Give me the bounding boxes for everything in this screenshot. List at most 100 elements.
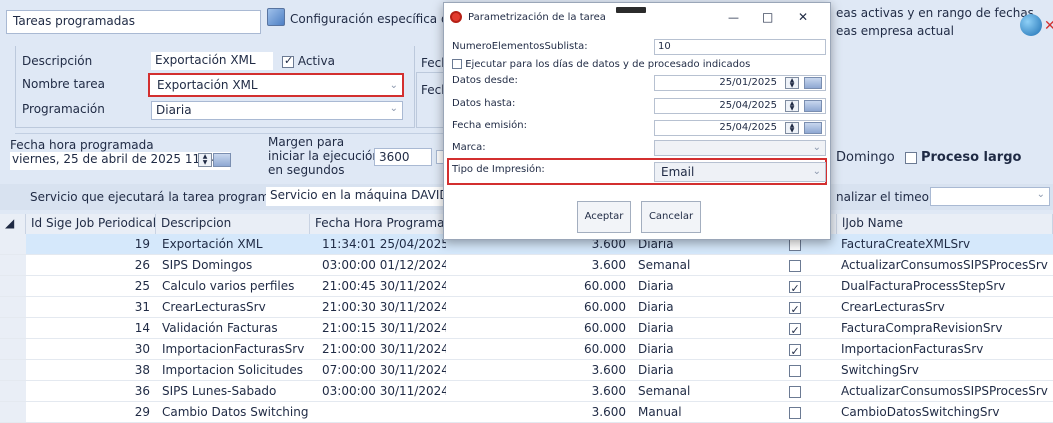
margen-label-1: Margen para [268,135,345,149]
spin-icon[interactable]: ▲ ▼ [785,122,799,134]
config-label[interactable]: Configuración específica del [290,12,459,26]
table-row[interactable]: 31 CrearLecturasSrv 21:00:30 30/11/2024 60.… [0,297,1053,318]
grid-header-descripcion[interactable]: Descripcion [156,214,310,234]
row-checkbox[interactable] [788,342,801,359]
cancelar-button[interactable]: Cancelar [641,201,701,233]
table-row[interactable]: 14 Validación Facturas 21:00:15 30/11/2024… [0,318,1053,339]
cell-job: FacturaCreateXMLSrv [837,234,1053,255]
spin-icon[interactable]: ▲ ▼ [785,100,799,112]
datos-hasta-input[interactable]: 25/04/2025 ▲ ▼ [654,98,826,114]
close-red-icon[interactable]: ✕ [1044,18,1053,36]
chevron-down-icon: ⌄ [389,103,398,114]
nombre-tarea-value: Exportación XML [157,78,258,92]
timeout-label: nalizar el timeout [836,190,942,204]
proceso-largo-checkbox[interactable] [904,151,917,164]
domingo-label: Domingo [836,150,895,165]
datos-desde-input[interactable]: 25/01/2025 ▲ ▼ [654,75,826,91]
refresh-icon[interactable] [1020,14,1042,36]
datos-desde-label: Datos desde: [452,75,518,86]
ejecutar-wrap[interactable]: Ejecutar para los días de datos y de pro… [452,59,750,70]
parametrizacion-dialog: Parametrización de la tarea — □ ✕ Numero… [443,2,831,240]
minimize-icon[interactable]: — [728,11,739,24]
calendar-icon[interactable] [213,153,231,167]
row-checkbox[interactable] [788,364,801,377]
row-checkbox[interactable] [788,300,801,317]
nombre-tarea-select[interactable]: Exportación XML ⌄ [148,73,404,97]
ejecutar-label: Ejecutar para los días de datos y de pro… [465,59,751,70]
cell-margen: 3.600 [446,402,632,423]
table-row[interactable]: 30 ImportacionFacturasSrv 21:00:00 30/11/2… [0,339,1053,360]
spin-icon[interactable]: ▲ ▼ [785,77,799,89]
datos-desde-value: 25/01/2025 [719,77,777,88]
row-checkbox[interactable] [788,385,801,398]
servicio-input[interactable]: Servicio en la máquina DAVIDLC [266,187,446,206]
domingo-wrap[interactable]: Domingo Proceso largo [836,150,1021,165]
row-checkbox[interactable] [788,259,801,272]
row-checkbox[interactable] [788,321,801,338]
table-row[interactable]: 38 Importacion Solicitudes 07:00:00 30/11/… [0,360,1053,381]
row-checkbox[interactable] [788,406,801,419]
row-checkbox[interactable] [788,238,801,251]
table-row[interactable]: 25 Calculo varios perfiles 21:00:45 30/11/… [0,276,1053,297]
row-checkbox[interactable] [788,279,801,296]
timeout-select[interactable]: ⌄ [930,187,1050,206]
cell-job: CrearLecturasSrv [837,297,1053,318]
cell-job: ActualizarConsumosSIPSProcesSrv [837,255,1053,276]
table-row[interactable]: 26 SIPS Domingos 03:00:00 01/12/2024 3.600 S… [0,255,1053,276]
cell-descripcion: Validación Facturas [156,318,310,339]
ejecutar-checkbox[interactable] [452,59,462,69]
calendar-icon[interactable] [804,122,822,134]
cell-check[interactable] [752,276,837,297]
table-row[interactable]: 29 Cambio Datos Switching 3.600 Manual Cambi… [0,402,1053,423]
elementos-input[interactable]: 10 [654,39,826,55]
config-icon[interactable] [267,8,285,26]
chevron-down-icon: ⌄ [812,142,821,153]
cell-programacion: Diaria [632,318,752,339]
descripcion-input[interactable]: Exportación XML [151,52,273,70]
cell-margen: 60.000 [446,297,632,318]
fecha-emision-label: Fecha emisión: [452,120,527,131]
elementos-label: NumeroElementosSublista: [452,41,588,52]
calendar-icon[interactable] [804,100,822,112]
cell-check[interactable] [752,381,837,402]
grid-header-fecha[interactable]: Fecha Hora Programada [310,214,446,234]
cell-job: SwitchingSrv [837,360,1053,381]
cell-check[interactable] [752,339,837,360]
fecha-hora-input[interactable]: viernes, 25 de abril de 2025 11:34:0 [10,152,230,170]
tipo-impresion-label: Tipo de Impresión: [452,164,545,175]
cell-job: DualFacturaProcessStepSrv [837,276,1053,297]
fecha-spin-icon[interactable]: ▲ ▼ [198,153,212,167]
aceptar-button[interactable]: Aceptar [577,201,631,233]
cell-fecha: 11:34:01 25/04/2025 [310,234,446,255]
cell-check[interactable] [752,318,837,339]
row-indicator [0,360,26,381]
cell-check[interactable] [752,255,837,276]
chevron-down-icon: ⌄ [389,80,398,91]
activa-checkbox[interactable] [282,54,294,68]
chevron-down-icon: ⌄ [1036,189,1045,200]
cell-job: CambioDatosSwitchingSrv [837,402,1053,423]
cell-fecha [310,402,446,423]
grid-header-job[interactable]: lJob Name [837,214,1053,234]
maximize-icon[interactable]: □ [762,10,773,24]
programacion-select[interactable]: Diaria ⌄ [151,101,403,120]
cell-check[interactable] [752,402,837,423]
calendar-icon[interactable] [804,77,822,89]
cell-job: ActualizarConsumosSIPSProcesSrv [837,381,1053,402]
cell-fecha: 07:00:00 30/11/2024 [310,360,446,381]
close-icon[interactable]: ✕ [798,10,808,24]
table-row[interactable]: 36 SIPS Lunes-Sabado 03:00:00 30/11/2024 3.… [0,381,1053,402]
cell-check[interactable] [752,297,837,318]
row-indicator [0,276,26,297]
margen-label-2: iniciar la ejecución [268,149,380,163]
tipo-impresion-value: Email [661,165,695,179]
tipo-impresion-select[interactable]: Email ⌄ [654,162,826,182]
margen-input[interactable]: 3600 [374,148,432,166]
fecha-emision-input[interactable]: 25/04/2025 ▲ ▼ [654,120,826,136]
grid-header-id[interactable]: Id Sige Job Periodically [26,214,156,234]
cell-check[interactable] [752,360,837,381]
marca-select[interactable]: ⌄ [654,140,826,156]
nombre-tarea-label: Nombre tarea [22,77,105,91]
programacion-value: Diaria [156,103,192,117]
activa-checkbox-wrap[interactable]: Activa [282,54,335,68]
